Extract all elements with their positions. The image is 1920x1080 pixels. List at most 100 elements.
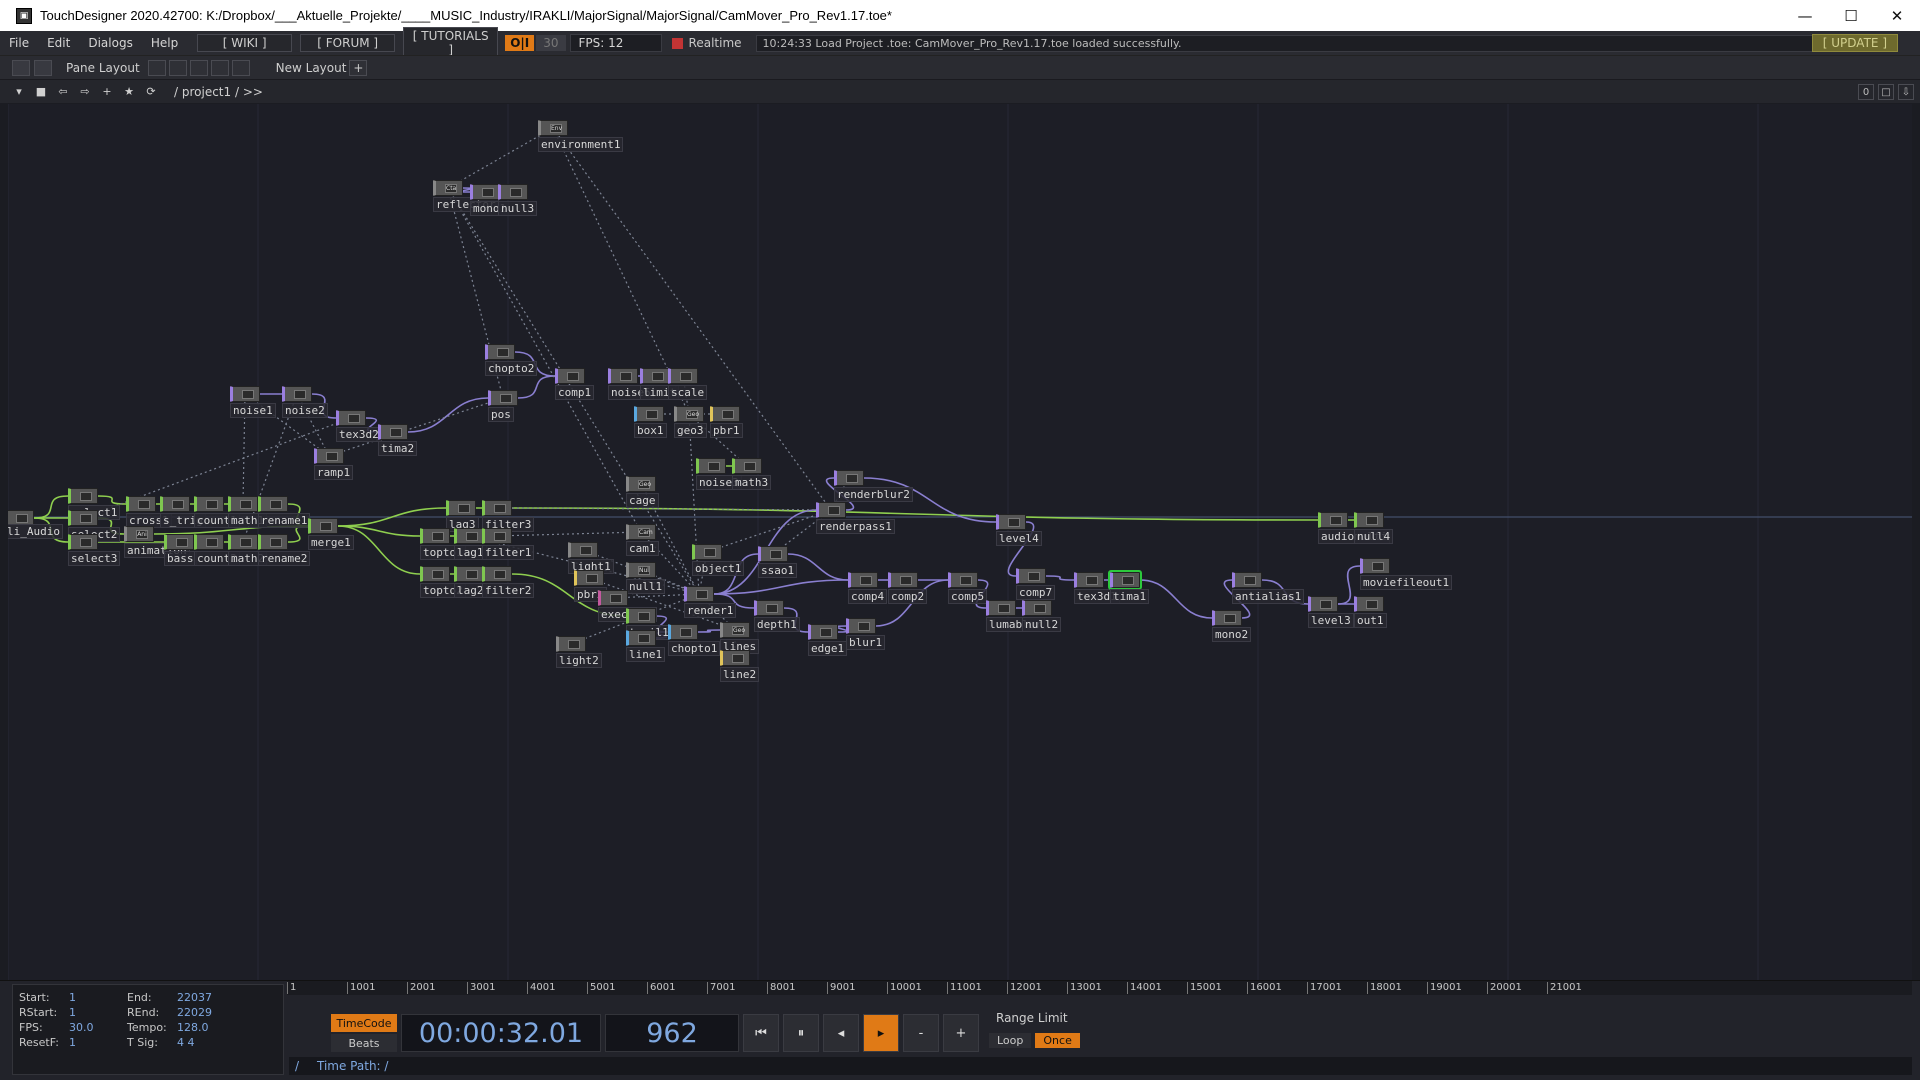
node-rename2[interactable] [258, 534, 288, 550]
node-level4[interactable] [996, 514, 1026, 530]
loop-button[interactable]: Loop [989, 1033, 1032, 1048]
node-label[interactable]: ssao1 [758, 563, 798, 578]
node-label[interactable]: comp1 [555, 385, 595, 400]
node-line2[interactable] [720, 650, 750, 666]
pane-type-icon[interactable] [12, 59, 30, 76]
node-label[interactable]: null1 [626, 579, 666, 594]
node-label[interactable]: blur1 [846, 635, 886, 650]
fps-cap[interactable]: 30 [536, 35, 566, 51]
node-level3[interactable] [1308, 596, 1338, 612]
node-tima2[interactable] [378, 424, 408, 440]
node-label[interactable]: select3 [68, 551, 121, 566]
node-label[interactable]: null2 [1022, 617, 1062, 632]
node-comp2[interactable] [888, 572, 918, 588]
node-cage[interactable]: Geo [626, 476, 656, 492]
node-label[interactable]: comp7 [1016, 585, 1056, 600]
chevron-down-icon[interactable]: ▾ [10, 84, 28, 100]
play-icon[interactable]: ▸ [863, 1014, 899, 1052]
node-null4[interactable] [1354, 512, 1384, 528]
node-label[interactable]: environment1 [538, 137, 624, 152]
node-label[interactable]: tima2 [378, 441, 418, 456]
timeline-ruler[interactable]: 1 1001 2001 3001 4001 5001 6001 7001 8001 9001 100… [287, 981, 1912, 995]
layout-single-icon[interactable] [147, 59, 166, 76]
node-audiomulti[interactable] [1318, 512, 1348, 528]
node-tima1[interactable] [1108, 570, 1142, 590]
node-select1[interactable] [68, 488, 98, 504]
node-lines[interactable]: Geo [720, 622, 750, 638]
node-label[interactable]: math3 [732, 475, 772, 490]
node-noise2[interactable] [282, 386, 312, 402]
node-antialias1[interactable] [1232, 572, 1262, 588]
node-merge1[interactable] [308, 518, 338, 534]
update-button[interactable]: [ UPDATE ] [1811, 34, 1898, 52]
node-label[interactable]: line1 [626, 647, 666, 662]
maximize-button[interactable]: ☐ [1828, 0, 1874, 31]
node-select2[interactable] [68, 510, 98, 526]
range-tempo-v[interactable]: 128.0 [177, 1021, 209, 1034]
pause-icon[interactable]: ⏸ [783, 1014, 819, 1052]
maximize-pane-icon[interactable]: □ [1878, 84, 1894, 100]
frame-display[interactable]: 962 [605, 1014, 739, 1052]
range-rstart-v[interactable]: 1 [69, 1006, 76, 1019]
node-pos[interactable] [488, 390, 518, 406]
network-path[interactable]: / project1 / >> [174, 85, 263, 99]
node-label[interactable]: cage [626, 493, 659, 508]
node-environment1[interactable]: Env [538, 120, 568, 136]
node-chopto1[interactable] [668, 624, 698, 640]
plus-icon[interactable]: + [943, 1014, 979, 1052]
node-renderblur2[interactable] [834, 470, 864, 486]
minus-icon[interactable]: - [903, 1014, 939, 1052]
beats-button[interactable]: Beats [331, 1034, 397, 1052]
node-object1[interactable] [692, 544, 722, 560]
node-trail1[interactable] [626, 608, 656, 624]
back-icon[interactable]: ⇦ [54, 84, 72, 100]
realtime-checkbox[interactable] [671, 37, 683, 49]
once-button[interactable]: Once [1035, 1033, 1080, 1048]
layout-split-h-icon[interactable] [189, 59, 208, 76]
rewind-icon[interactable]: ⏮ [743, 1014, 779, 1052]
node-lumablur[interactable] [986, 600, 1016, 616]
timecode-button[interactable]: TimeCode [331, 1014, 397, 1032]
node-label[interactable]: rename1 [258, 513, 311, 528]
node-out1[interactable] [1354, 596, 1384, 612]
node-tex3d2[interactable] [336, 410, 366, 426]
node-topto1[interactable] [420, 528, 450, 544]
node-label[interactable]: filter1 [482, 545, 535, 560]
node-render1[interactable] [684, 586, 714, 602]
add-layout-button[interactable]: + [349, 59, 368, 76]
node-mono1[interactable] [470, 184, 500, 200]
node-lag1[interactable] [454, 528, 484, 544]
node-noise3[interactable] [696, 458, 726, 474]
node-null1[interactable]: Nul [626, 562, 656, 578]
node-null3[interactable] [498, 184, 528, 200]
node-lag3[interactable] [446, 500, 476, 516]
menu-file[interactable]: File [0, 36, 38, 50]
network-icon[interactable] [34, 59, 52, 76]
node-label[interactable]: scale [668, 385, 708, 400]
node-comp7[interactable] [1016, 568, 1046, 584]
menu-edit[interactable]: Edit [38, 36, 79, 50]
node-label[interactable]: bass [164, 551, 197, 566]
range-start-v[interactable]: 1 [69, 991, 76, 1004]
node-label[interactable]: object1 [692, 561, 745, 576]
node-select3[interactable] [68, 534, 98, 550]
node-label[interactable]: rename2 [258, 551, 311, 566]
node-label[interactable]: pos [488, 407, 514, 422]
node-label[interactable]: tima1 [1110, 589, 1150, 604]
node-label[interactable]: light2 [556, 653, 602, 668]
node-null2[interactable] [1022, 600, 1052, 616]
minimize-button[interactable]: — [1782, 0, 1828, 31]
node-ssao1[interactable] [758, 546, 788, 562]
node-pbr1[interactable] [710, 406, 740, 422]
node-label[interactable]: antialias1 [1232, 589, 1305, 604]
node-light1[interactable] [568, 542, 598, 558]
node-label[interactable]: box1 [634, 423, 667, 438]
node-box1[interactable] [634, 406, 664, 422]
node-filter1[interactable] [482, 528, 512, 544]
node-renderpass1[interactable] [816, 502, 846, 518]
node-rename1[interactable] [258, 496, 288, 512]
oi-toggle[interactable]: O|I [505, 35, 535, 51]
range-tsig-v[interactable]: 4 4 [177, 1036, 195, 1049]
node-chopto2[interactable] [485, 344, 515, 360]
range-end-v[interactable]: 22037 [177, 991, 212, 1004]
